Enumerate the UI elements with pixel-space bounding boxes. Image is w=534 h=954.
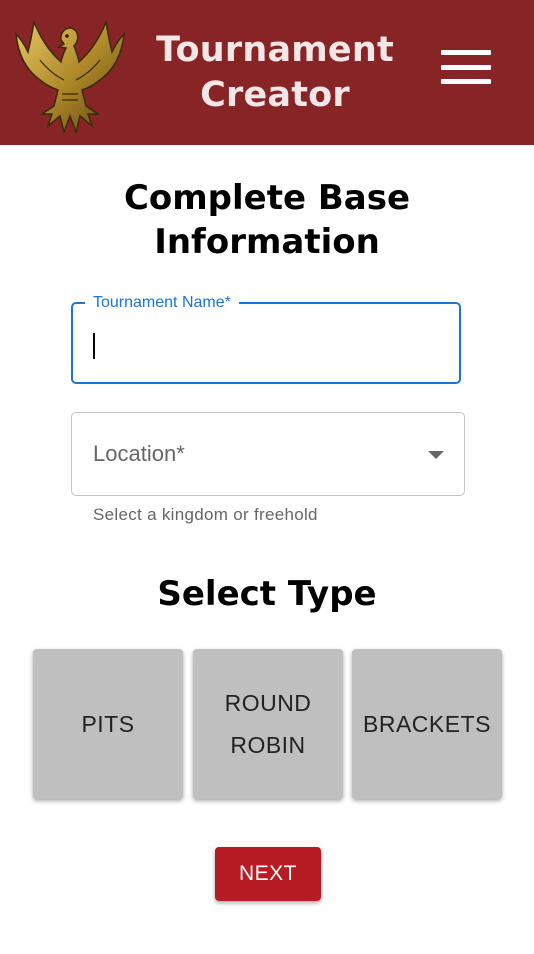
menu-bar	[441, 65, 491, 70]
app-title-line1: Tournament	[156, 30, 394, 70]
app-title-line2: Creator	[200, 75, 350, 115]
form-heading: Complete Base Information	[0, 176, 534, 264]
form-heading-line2: Information	[154, 222, 380, 262]
dropdown-arrow-icon	[428, 451, 444, 459]
tournament-name-field[interactable]: Tournament Name*	[71, 293, 461, 384]
type-pits-label: PITS	[81, 711, 135, 737]
text-cursor	[93, 333, 95, 359]
type-brackets-button[interactable]: BRACKETS	[352, 649, 502, 799]
type-round-robin-label: ROUND ROBIN	[225, 682, 312, 766]
menu-bar	[441, 50, 491, 55]
required-mark: *	[224, 294, 231, 311]
app-header: Tournament Creator	[0, 0, 534, 145]
hamburger-menu-button[interactable]	[438, 48, 494, 88]
menu-bar	[441, 79, 491, 84]
tournament-name-label: Tournament Name*	[85, 293, 239, 313]
select-type-heading: Select Type	[157, 574, 377, 614]
type-round-robin-button[interactable]: ROUND ROBIN	[193, 649, 343, 799]
type-pits-button[interactable]: PITS	[33, 649, 183, 799]
required-mark: *	[176, 441, 185, 466]
type-round-robin-label-line2: ROBIN	[230, 732, 306, 758]
type-brackets-label: BRACKETS	[363, 711, 491, 737]
eagle-logo-icon	[15, 19, 125, 135]
app-title: Tournament Creator	[150, 28, 400, 118]
location-select[interactable]: Location*	[71, 412, 465, 496]
location-helper-text: Select a kingdom or freehold	[93, 505, 318, 524]
type-round-robin-label-line1: ROUND	[224, 690, 312, 716]
location-label: Location*	[93, 441, 185, 466]
next-button[interactable]: NEXT	[215, 847, 321, 901]
form-heading-line1: Complete Base	[123, 178, 411, 218]
